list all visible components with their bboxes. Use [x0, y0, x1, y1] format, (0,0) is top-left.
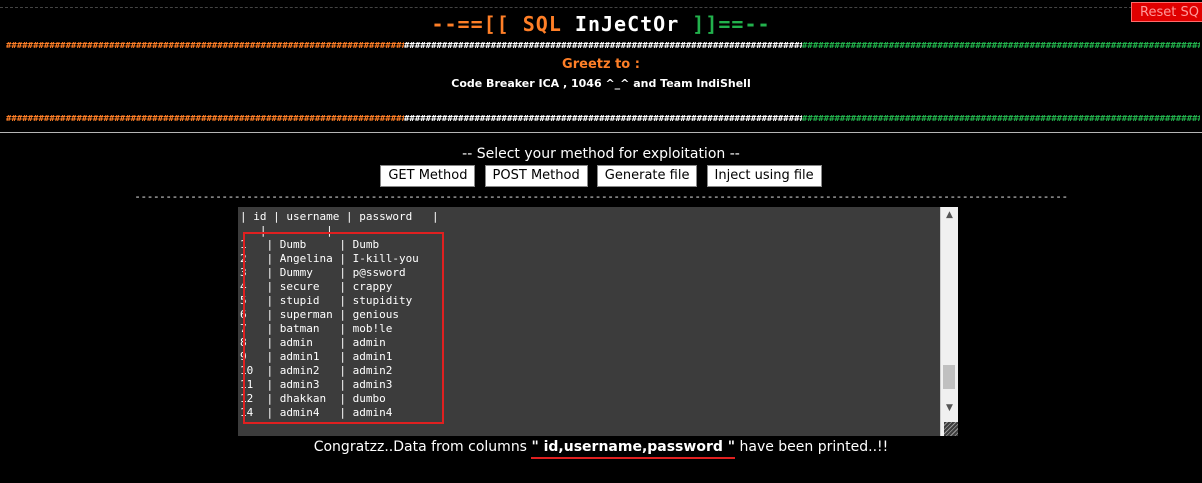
output-textarea[interactable]: | id | username | password | | | 1 | Dum…	[238, 207, 958, 436]
result-message: Congratzz..Data from columns " id,userna…	[0, 439, 1202, 459]
method-buttons: GET Method POST Method Generate file Inj…	[0, 164, 1202, 187]
post-method-button[interactable]: POST Method	[484, 164, 588, 187]
vertical-scrollbar[interactable]: ▲ ▼	[940, 207, 958, 436]
hash-segment-white: ########################################…	[404, 115, 802, 124]
hash-divider-top: ########################################…	[6, 42, 1202, 51]
result-columns: " id,username,password "	[531, 439, 736, 459]
hash-segment-orange: ########################################…	[6, 42, 404, 51]
resize-grip-icon[interactable]	[944, 422, 958, 436]
horizontal-rule	[0, 132, 1202, 133]
greetz-label: Greetz to :	[562, 57, 640, 72]
hash-segment-green: ########################################…	[802, 42, 1200, 51]
result-prefix: Congratzz..Data from columns	[313, 439, 532, 455]
select-method-label: -- Select your method for exploitation -…	[462, 146, 740, 162]
scroll-down-icon[interactable]: ▼	[941, 403, 958, 413]
hash-segment-green: ########################################…	[802, 115, 1200, 124]
credits-text: Code Breaker ICA , 1046 ^_^ and Team Ind…	[451, 77, 751, 90]
title-sql: SQL	[522, 12, 562, 36]
scroll-thumb[interactable]	[943, 365, 955, 389]
hash-divider-bottom: ########################################…	[6, 115, 1202, 124]
top-dashed-line	[0, 7, 1202, 8]
hash-segment-orange: ########################################…	[6, 115, 404, 124]
get-method-button[interactable]: GET Method	[380, 164, 476, 187]
page-title: --==[[ SQL InJeCtOr ]]==--	[0, 12, 1202, 36]
title-injector: InJeCtOr	[561, 12, 680, 36]
title-prefix: --==[[	[431, 12, 523, 36]
generate-file-button[interactable]: Generate file	[596, 164, 698, 187]
scroll-up-icon[interactable]: ▲	[941, 210, 958, 220]
hash-segment-white: ########################################…	[404, 42, 802, 51]
dashed-separator: ----------------------------------------…	[134, 190, 1068, 203]
highlight-box	[243, 232, 444, 424]
title-suffix: ]]==--	[679, 12, 771, 36]
result-suffix: have been printed..!!	[735, 439, 889, 455]
inject-using-file-button[interactable]: Inject using file	[706, 164, 822, 187]
